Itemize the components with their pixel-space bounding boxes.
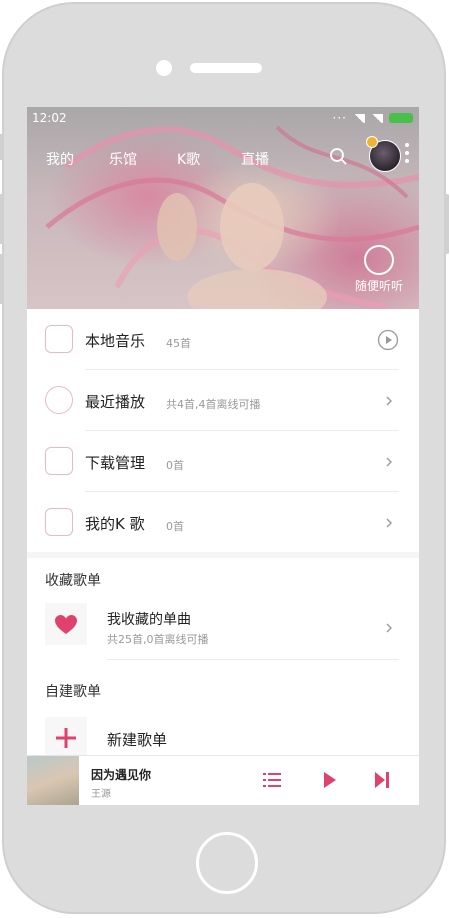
- section-title-custom: 自建歌单: [45, 684, 101, 700]
- status-time: 12:02: [32, 111, 67, 125]
- download-icon: [45, 447, 73, 475]
- section-title-favorites: 收藏歌单: [45, 573, 101, 589]
- playlist-icon[interactable]: [263, 772, 281, 788]
- mute-switch: [0, 134, 4, 160]
- battery-icon: [389, 113, 413, 123]
- search-icon[interactable]: [329, 147, 347, 165]
- list-item-recent[interactable]: 最近播放 共4首,4首离线可播: [27, 370, 419, 430]
- list-item-local-music[interactable]: 本地音乐 45首: [27, 309, 419, 369]
- hero-banner[interactable]: 12:02 ··· 我的 乐馆 K歌 直播 随便听听: [27, 107, 419, 309]
- tab-music-hall[interactable]: 乐馆: [109, 149, 137, 169]
- chevron-right-icon: [386, 457, 392, 467]
- new-playlist-cover[interactable]: [45, 717, 87, 759]
- tab-mine[interactable]: 我的: [46, 149, 74, 169]
- heart-icon: [55, 615, 77, 634]
- list-item-my-karaoke[interactable]: 我的K 歌 0首: [27, 492, 419, 552]
- random-play-button[interactable]: 随便听听: [339, 245, 419, 301]
- volume-down-button: [0, 254, 4, 304]
- song-title: 因为遇见你: [91, 768, 152, 782]
- wifi-icon: [353, 113, 365, 123]
- microphone-icon: [45, 508, 73, 536]
- random-play-label: 随便听听: [354, 279, 403, 293]
- tab-live[interactable]: 直播: [241, 149, 269, 169]
- new-playlist-label[interactable]: 新建歌单: [107, 729, 167, 750]
- play-icon[interactable]: [322, 770, 338, 790]
- status-bar: 12:02 ···: [27, 107, 419, 129]
- row-title: 我的K 歌: [85, 515, 145, 533]
- app-screen: 12:02 ··· 我的 乐馆 K歌 直播 随便听听 本地音乐 45首 最近播放…: [27, 107, 419, 805]
- more-icon[interactable]: [405, 143, 409, 167]
- signal-dots-icon: ···: [332, 111, 347, 125]
- vip-badge-icon: [366, 136, 378, 148]
- row-count: 45首: [166, 337, 191, 350]
- row-subtitle: 共25首,0首离线可播: [107, 633, 209, 646]
- album-cover[interactable]: [27, 756, 79, 805]
- row-title: 本地音乐: [85, 332, 146, 350]
- artist-name: 王源: [91, 789, 111, 800]
- plus-icon: [56, 728, 76, 748]
- row-count: 0首: [166, 520, 184, 533]
- next-track-icon[interactable]: [373, 770, 391, 790]
- row-count: 0首: [166, 459, 184, 472]
- power-button: [444, 194, 449, 254]
- row-title: 下载管理: [85, 454, 146, 472]
- row-count: 共4首,4首离线可播: [166, 398, 261, 411]
- list-item-downloads[interactable]: 下载管理 0首: [27, 431, 419, 491]
- earpiece-speaker: [190, 63, 262, 73]
- favorite-cover: [45, 603, 87, 645]
- cell-signal-icon: [371, 113, 383, 123]
- home-button[interactable]: [196, 832, 258, 894]
- divider: [107, 659, 399, 660]
- tab-karaoke[interactable]: K歌: [177, 149, 200, 169]
- film-reel-icon: [364, 245, 394, 275]
- clock-icon: [45, 386, 73, 414]
- top-navigation: 我的 乐馆 K歌 直播: [27, 145, 419, 175]
- music-file-icon: [45, 325, 73, 353]
- front-camera: [156, 60, 172, 76]
- mini-player[interactable]: 因为遇见你 王源: [27, 755, 419, 805]
- volume-up-button: [0, 194, 4, 244]
- section-gap: [27, 552, 419, 558]
- play-circle-icon[interactable]: [377, 329, 399, 351]
- row-title: 最近播放: [85, 393, 146, 411]
- chevron-right-icon: [386, 623, 392, 633]
- chevron-right-icon: [386, 518, 392, 528]
- row-title: 我收藏的单曲: [107, 612, 191, 628]
- chevron-right-icon: [386, 396, 392, 406]
